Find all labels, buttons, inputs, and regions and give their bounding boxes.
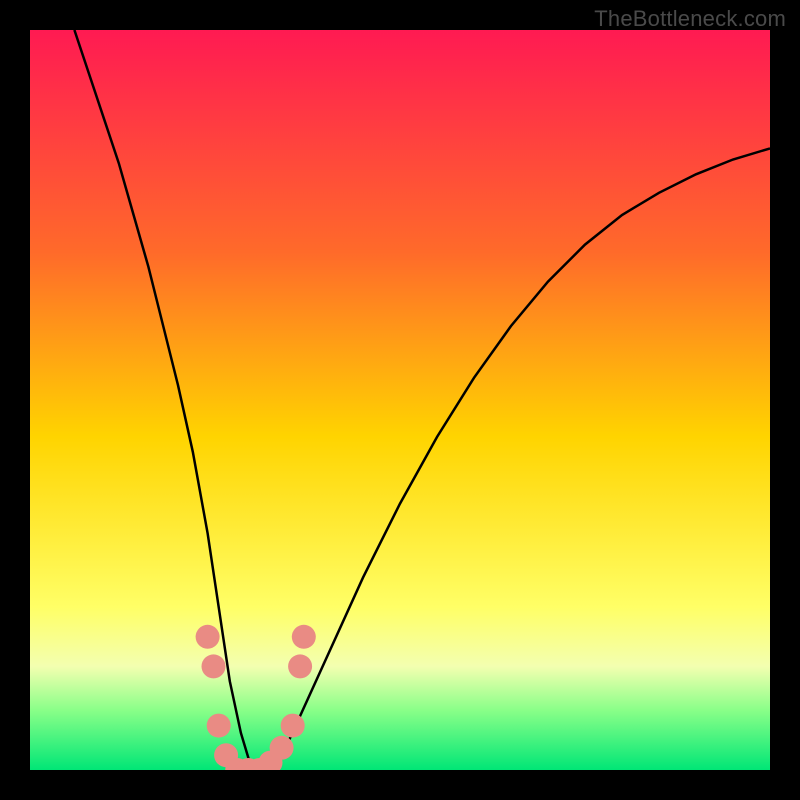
chart-frame: TheBottleneck.com [0,0,800,800]
watermark-text: TheBottleneck.com [594,6,786,32]
plot-area [30,30,770,770]
bottleneck-chart [30,30,770,770]
highlight-dot [196,625,220,649]
highlight-dot [207,714,231,738]
highlight-dot [202,654,226,678]
gradient-background [30,30,770,770]
highlight-dot [288,654,312,678]
highlight-dot [281,714,305,738]
highlight-dot [292,625,316,649]
highlight-dot [270,736,294,760]
